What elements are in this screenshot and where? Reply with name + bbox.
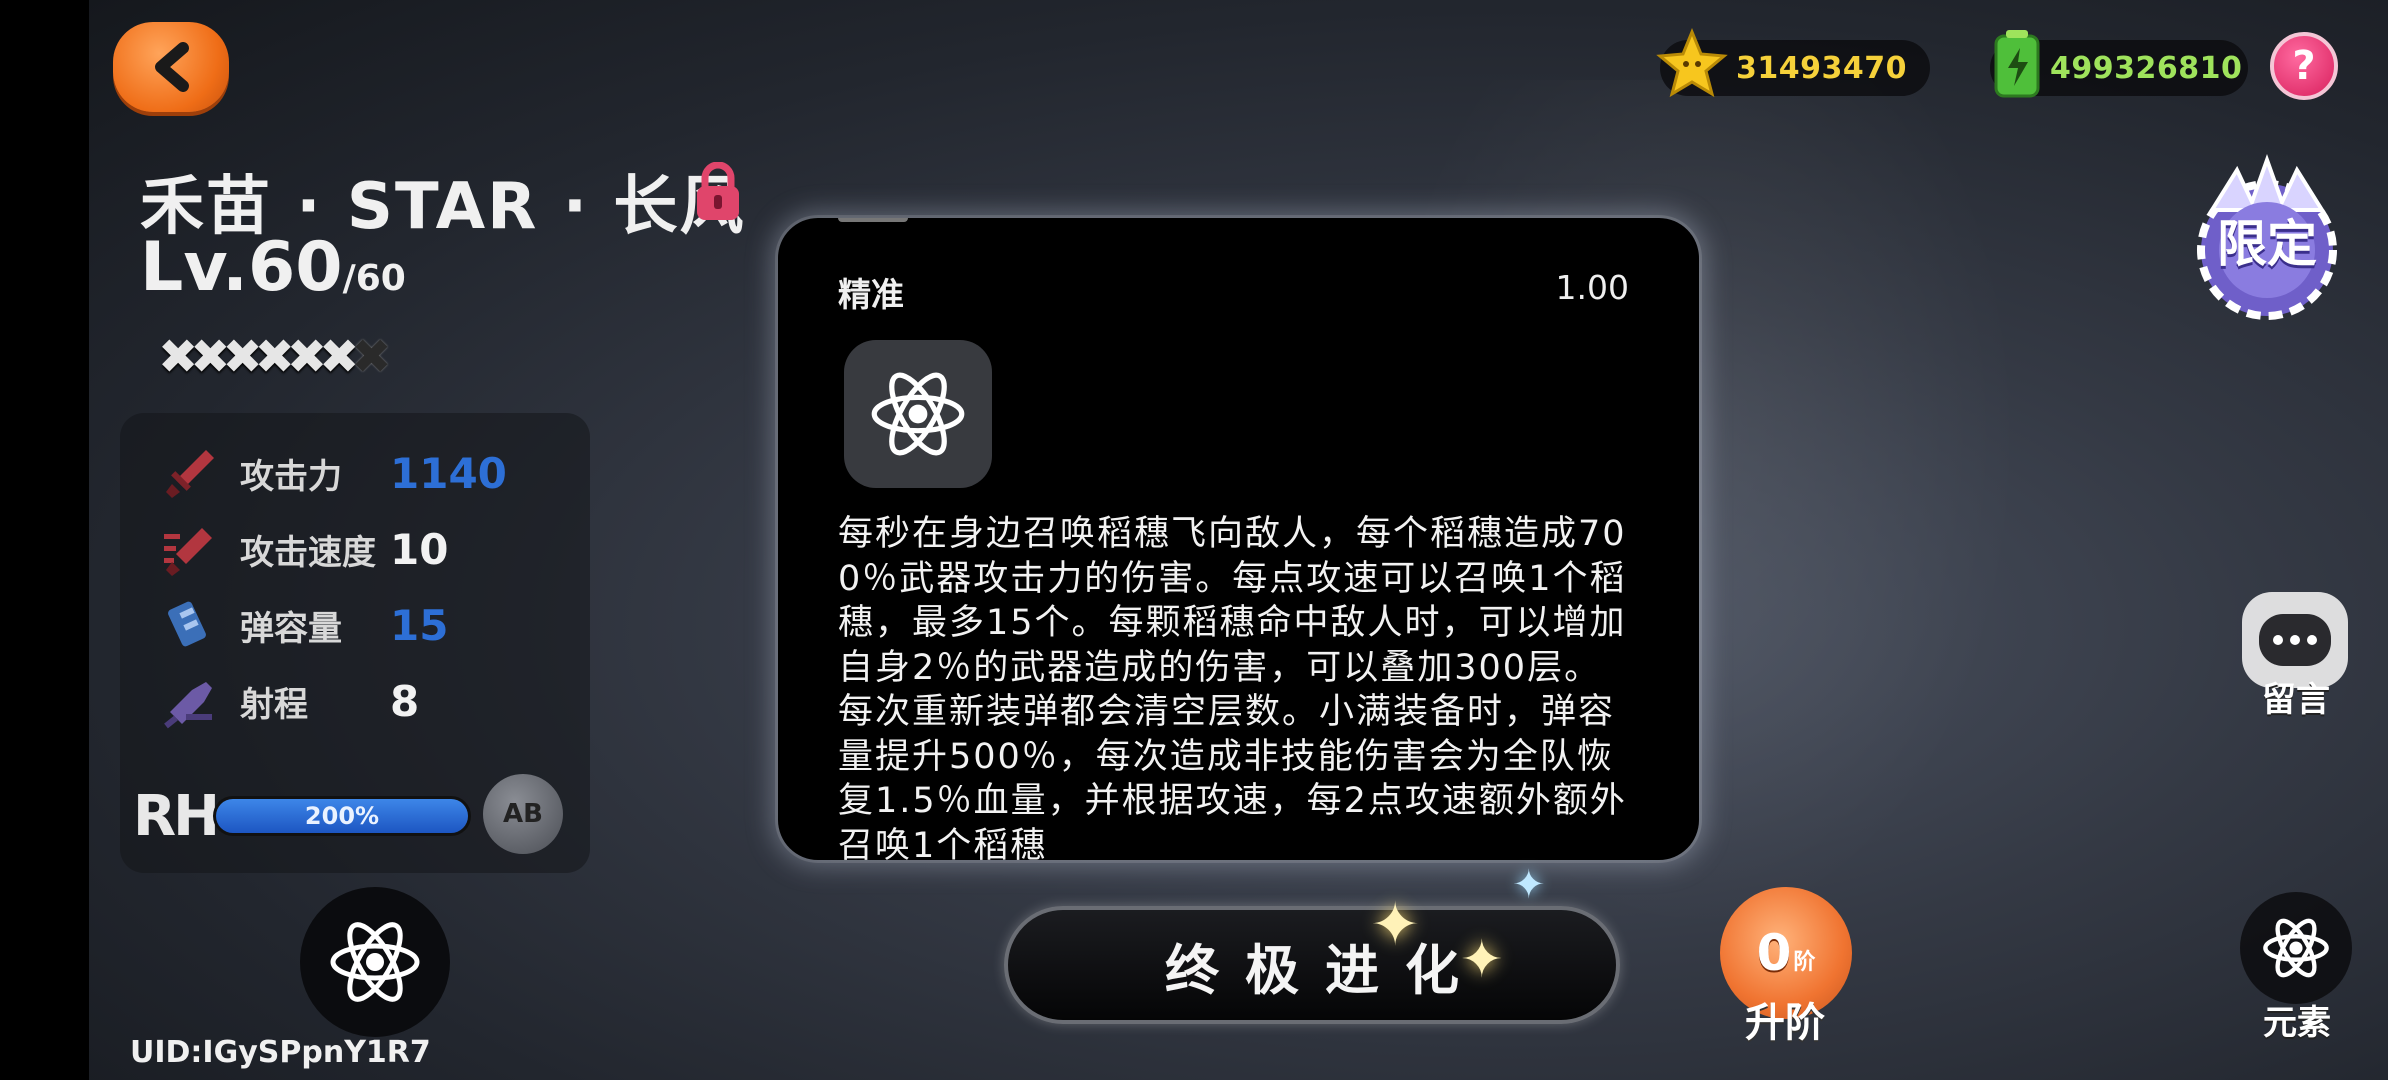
element-label[interactable]: 元素	[2263, 995, 2331, 1044]
upgrade-label[interactable]: 升阶	[1745, 990, 1825, 1048]
gold-counter: 31493470	[1656, 28, 1930, 98]
attribute-label: 精准	[838, 275, 904, 314]
message-label[interactable]: 留言	[2262, 672, 2330, 721]
stat-attack-speed: 攻击速度 10	[162, 519, 448, 579]
energy-counter: 499326810	[1990, 30, 2248, 98]
attribute-value: 1.00	[1555, 268, 1629, 307]
ultimate-evolve-button[interactable]: 终极进化	[1004, 906, 1620, 1024]
back-button[interactable]	[113, 22, 229, 112]
energy-value: 499326810	[2050, 50, 2243, 86]
stat-range-label: 射程	[240, 684, 308, 725]
atom-icon	[2263, 918, 2329, 978]
lock-icon[interactable]	[695, 162, 741, 222]
chat-bubble-icon	[2259, 614, 2331, 666]
magazine-icon	[168, 601, 206, 647]
sword-icon	[166, 450, 214, 498]
stat-attack-speed-value: 10	[390, 524, 449, 574]
star-coin-icon	[1656, 28, 1728, 98]
stat-range: 射程 8	[162, 671, 419, 731]
level-max: /60	[342, 258, 406, 299]
upgrade-unit: 阶	[1793, 950, 1816, 975]
gold-value: 31493470	[1736, 50, 1907, 86]
swap-ab-icon: AB	[503, 799, 543, 829]
rh-percent: 200%	[304, 802, 380, 830]
sparkle-icon: ✦	[1460, 930, 1504, 990]
green-battery-icon	[1994, 30, 2040, 98]
stat-magazine: 弹容量 15	[162, 595, 448, 655]
back-chevron-icon	[155, 42, 189, 92]
speed-sword-icon	[164, 528, 212, 576]
element-button[interactable]	[300, 887, 450, 1037]
stat-attack-label: 攻击力	[240, 456, 342, 497]
sparkle-icon: ✦	[1370, 890, 1421, 960]
range-gun-icon	[164, 682, 212, 729]
stat-magazine-label: 弹容量	[240, 608, 342, 649]
limited-label: 限定	[2217, 215, 2317, 273]
element-side-button[interactable]	[2240, 892, 2352, 1004]
question-icon: ?	[2292, 43, 2316, 89]
rh-gauge: RH 200%	[133, 782, 473, 849]
skill-detail-dialog[interactable]: 精准 1.00 每秒在身边召唤稻穗飞向敌人，每个稻穗造成700％武器攻击力的伤害…	[778, 218, 1699, 860]
sparkle-icon: ✦	[1512, 862, 1546, 908]
skill-icon-tile	[844, 340, 992, 488]
limited-badge[interactable]: 限定	[2182, 150, 2352, 330]
help-button[interactable]: ?	[2270, 32, 2338, 100]
atom-icon	[871, 372, 965, 456]
upgrade-level: 0	[1756, 924, 1792, 982]
skill-description: 每秒在身边召唤稻穗飞向敌人，每个稻穗造成700％武器攻击力的伤害。每点攻速可以召…	[838, 514, 1627, 860]
level-value: Lv.60	[140, 228, 343, 307]
user-id: UID:IGySPpnY1R7	[130, 1035, 431, 1070]
stat-attack: 攻击力 1140	[162, 443, 507, 503]
character-level: Lv.60/60	[140, 228, 406, 307]
stat-magazine-value: 15	[390, 600, 449, 650]
ultimate-evolve-label: 终极进化	[1165, 938, 1485, 1002]
scrolled-row-remnant	[838, 218, 1638, 226]
atom-icon	[330, 922, 420, 1002]
rh-label: RH	[133, 784, 220, 849]
stat-attack-value: 1140	[390, 448, 507, 498]
star-empty-icon: ✖	[351, 329, 392, 385]
star-rating: ✖ ✖ ✖ ✖ ✖ ✖ ✖	[158, 330, 392, 384]
stat-range-value: 8	[390, 676, 420, 726]
swap-ab-button[interactable]: AB	[483, 774, 563, 854]
stat-attack-speed-label: 攻击速度	[240, 532, 376, 573]
